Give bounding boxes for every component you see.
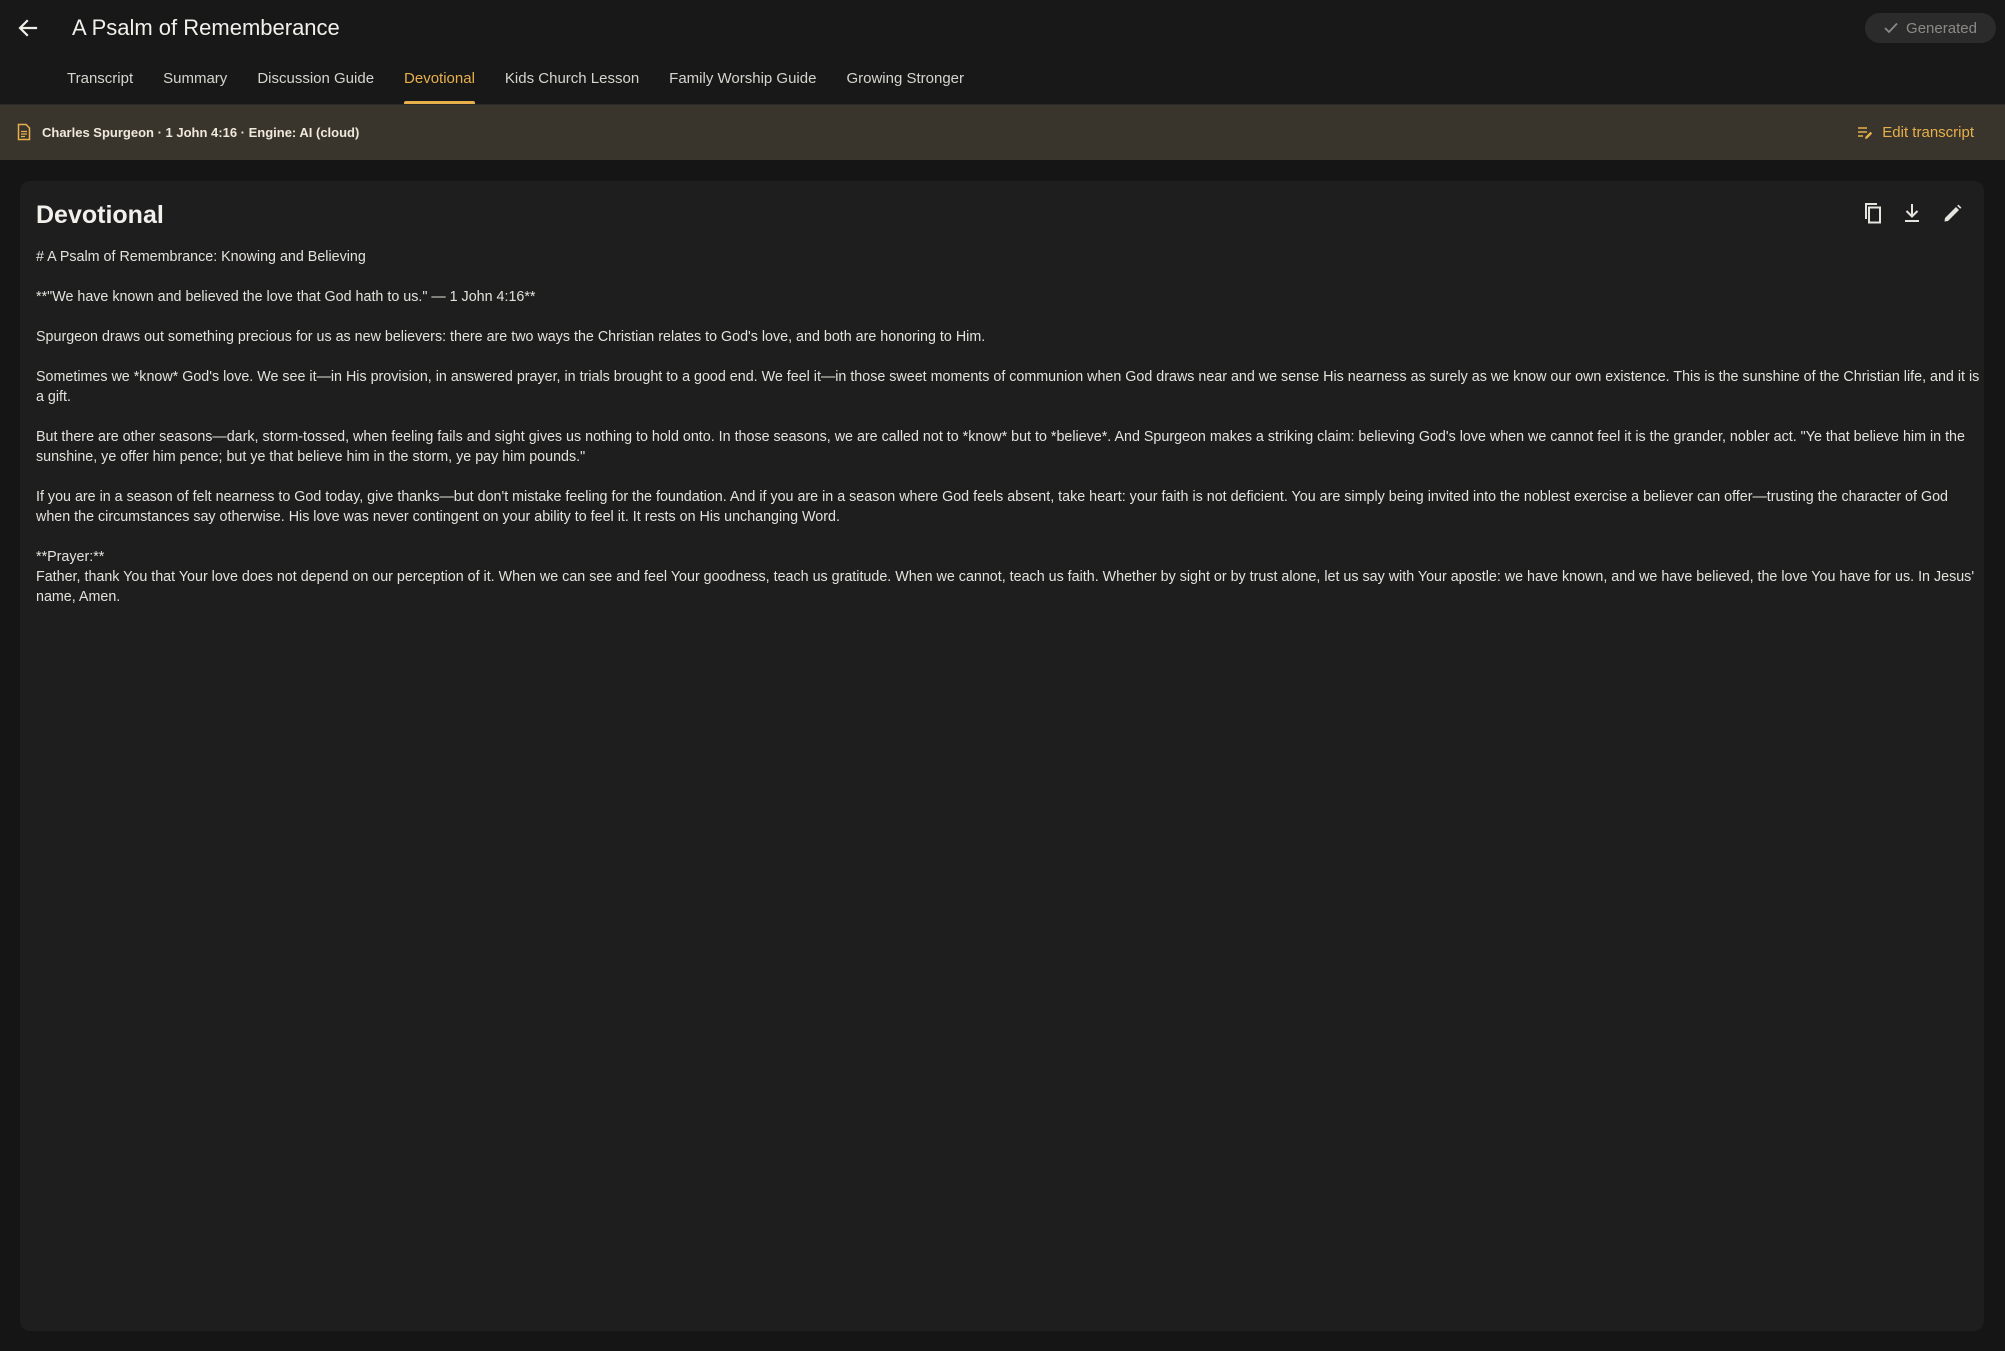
tab-family-worship-guide[interactable]: Family Worship Guide: [654, 64, 831, 104]
card-actions: [1860, 201, 1964, 225]
tab-discussion-guide[interactable]: Discussion Guide: [242, 64, 389, 104]
card-title: Devotional: [36, 201, 164, 229]
edit-transcript-label: Edit transcript: [1882, 124, 1974, 141]
prayer-text: Father, thank You that Your love does no…: [36, 569, 1975, 605]
copy-icon: [1865, 203, 1881, 224]
devotional-card: Devotional # A Psalm of Remembrance: Kno…: [20, 181, 1984, 1331]
tab-summary[interactable]: Summary: [148, 64, 242, 104]
app-bar: A Psalm of Rememberance Generated Transc…: [0, 0, 2005, 104]
source-info-bar: Charles Spurgeon · 1 John 4:16 · Engine:…: [0, 105, 2005, 160]
tab-growing-stronger[interactable]: Growing Stronger: [831, 64, 979, 104]
prayer-label: **Prayer:**: [36, 549, 105, 565]
tab-kids-church-lesson[interactable]: Kids Church Lesson: [490, 64, 654, 104]
content-scripture: **"We have known and believed the love t…: [36, 289, 536, 305]
status-label: Generated: [1906, 19, 1977, 37]
tab-devotional[interactable]: Devotional: [389, 64, 490, 104]
check-icon: [1884, 22, 1898, 34]
back-button[interactable]: [14, 14, 42, 42]
download-button[interactable]: [1900, 201, 1924, 225]
content-heading: # A Psalm of Remembrance: Knowing and Be…: [36, 249, 366, 265]
tab-bar: Transcript Summary Discussion Guide Devo…: [52, 64, 979, 104]
edit-button[interactable]: [1940, 201, 1964, 225]
edit-transcript-button[interactable]: Edit transcript: [1857, 105, 1974, 160]
content-paragraph: Sometimes we *know* God's love. We see i…: [36, 369, 1980, 405]
download-icon: [1905, 204, 1919, 222]
tab-transcript[interactable]: Transcript: [52, 64, 148, 104]
devotional-content: # A Psalm of Remembrance: Knowing and Be…: [36, 247, 1986, 627]
edit-note-icon: [1858, 126, 1873, 139]
document-icon: [17, 123, 31, 141]
page-title: A Psalm of Rememberance: [72, 15, 340, 40]
content-paragraph: Spurgeon draws out something precious fo…: [36, 329, 986, 345]
content-paragraph: If you are in a season of felt nearness …: [36, 489, 1948, 525]
copy-button[interactable]: [1860, 201, 1884, 225]
content-paragraph: But there are other seasons—dark, storm-…: [36, 429, 1965, 465]
arrow-left-icon: [18, 19, 38, 37]
pencil-icon: [1944, 204, 1961, 221]
source-info-text: Charles Spurgeon · 1 John 4:16 · Engine:…: [42, 125, 360, 140]
status-chip: Generated: [1865, 13, 1996, 43]
